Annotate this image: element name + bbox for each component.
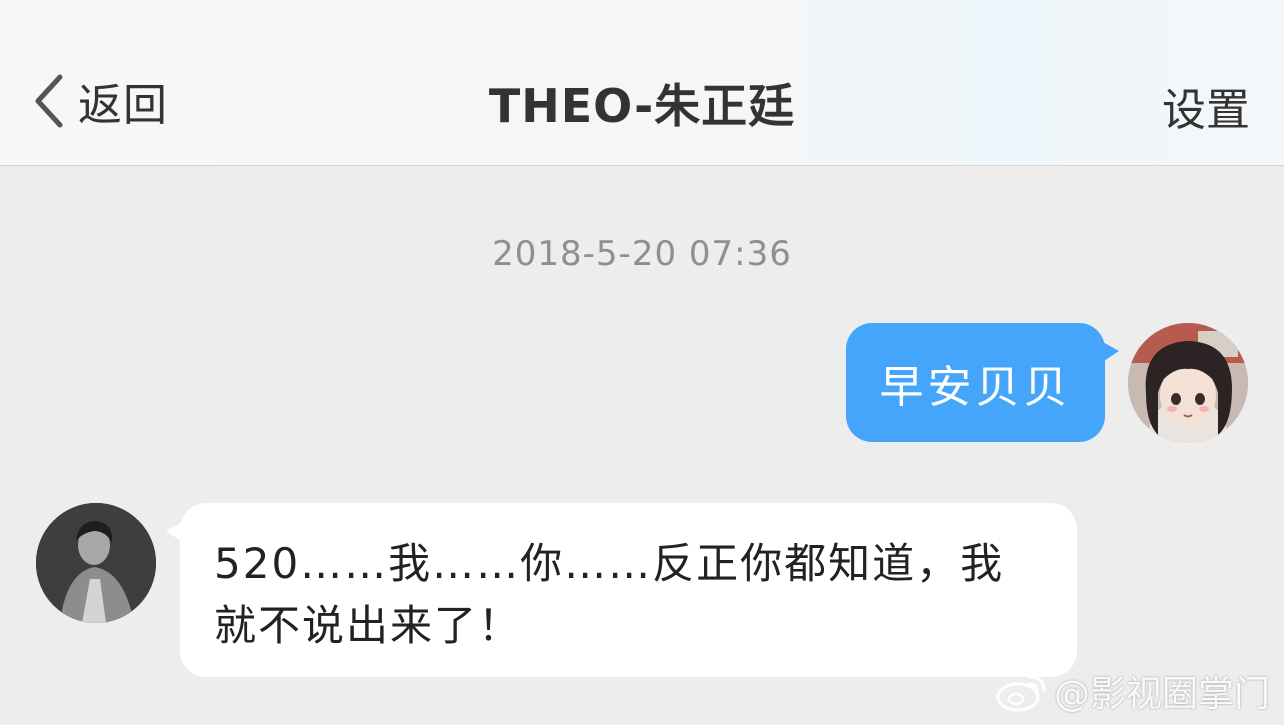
page-title: THEO-朱正廷 [488, 79, 796, 133]
contact-avatar[interactable] [36, 503, 156, 623]
settings-button[interactable]: 设置 [1162, 74, 1250, 138]
incoming-message-text: 520……我……你……反正你都知道，我就不说出来了！ [214, 539, 1005, 650]
message-timestamp: 2018-5-20 07:36 [492, 234, 792, 274]
weibo-watermark: @影视圈掌门 [994, 665, 1270, 717]
anime-character-avatar-image [1128, 323, 1248, 443]
bubble-tail [1101, 341, 1119, 363]
self-avatar[interactable] [1128, 323, 1248, 443]
chat-screen: 返回 THEO-朱正廷 设置 2018-5-20 07:36 早安贝贝 520…… [0, 0, 1284, 725]
incoming-message-bubble[interactable]: 520……我……你……反正你都知道，我就不说出来了！ [166, 503, 1077, 677]
bubble-tail [166, 521, 184, 543]
watermark-text: @影视圈掌门 [1053, 674, 1270, 715]
bw-portrait-avatar-image [36, 503, 156, 623]
outgoing-message-bubble[interactable]: 早安贝贝 [846, 323, 1119, 442]
weibo-icon [996, 675, 1046, 712]
nav-bar: 返回 THEO-朱正廷 设置 [0, 0, 1284, 166]
outgoing-message-text: 早安贝贝 [879, 361, 1072, 413]
